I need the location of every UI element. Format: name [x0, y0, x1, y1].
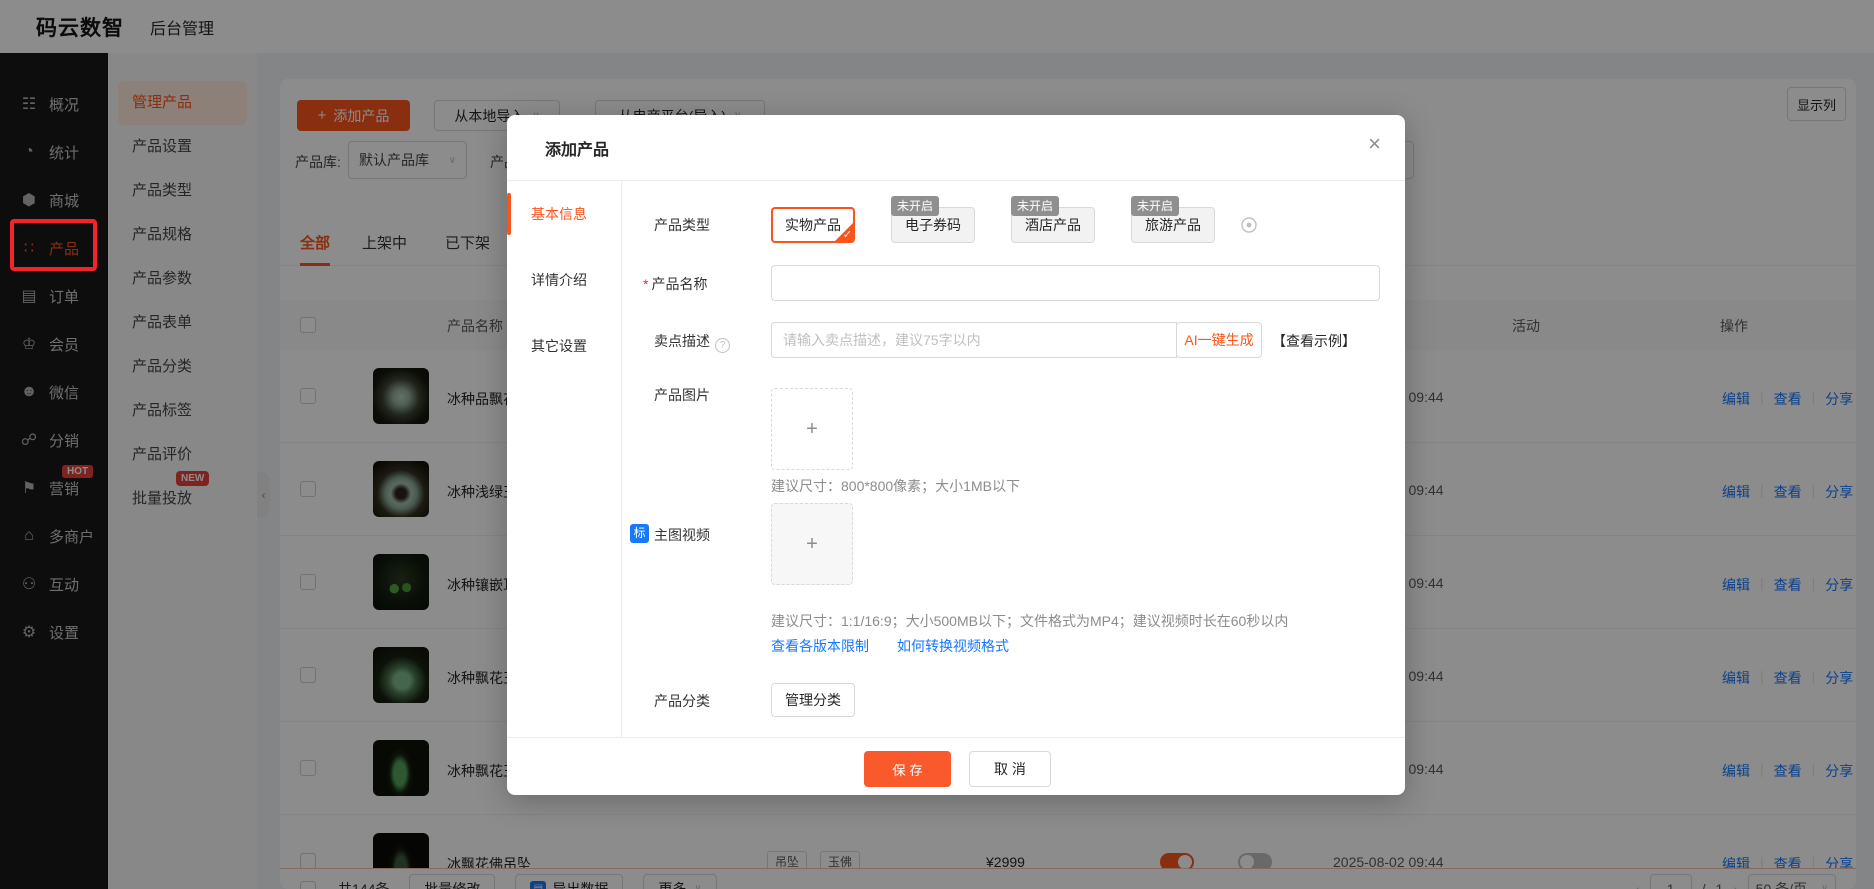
upload-plus-icon: +: [806, 533, 818, 556]
tab-other-settings[interactable]: 其它设置: [507, 313, 621, 379]
version-limit-link[interactable]: 查看各版本限制: [771, 636, 869, 656]
image-upload-box[interactable]: +: [771, 388, 853, 470]
video-tag-badge: 标: [630, 524, 649, 543]
convert-video-link[interactable]: 如何转换视频格式: [897, 636, 1009, 656]
type-option-hotel[interactable]: 未开启 酒店产品: [1011, 207, 1095, 243]
type-option-physical[interactable]: 实物产品 ✓: [771, 207, 855, 243]
selling-point-input[interactable]: [771, 322, 1177, 358]
product-name-label: *产品名称: [643, 274, 707, 294]
image-size-hint: 建议尺寸：800*800像素；大小1MB以下: [771, 476, 1020, 496]
product-category-label: 产品分类: [654, 691, 710, 711]
add-product-modal: 添加产品 × 基本信息 详情介绍 其它设置 产品类型 实物产品 ✓ 未开启 电子…: [507, 115, 1405, 795]
not-enabled-badge: 未开启: [891, 196, 939, 216]
not-enabled-badge: 未开启: [1131, 196, 1179, 216]
modal-header: 添加产品: [507, 115, 1405, 181]
close-icon[interactable]: ×: [1368, 133, 1381, 155]
not-enabled-badge: 未开启: [1011, 196, 1059, 216]
selling-point-group: AI一键生成: [771, 322, 1262, 358]
selling-point-label: 卖点描述?: [654, 331, 730, 353]
modal-form: 产品类型 实物产品 ✓ 未开启 电子券码 未开启 酒店产品 未开启 旅游产品: [622, 181, 1405, 737]
tab-detail-intro[interactable]: 详情介绍: [507, 247, 621, 313]
main-video-label: 主图视频: [654, 525, 710, 545]
label-text: 产品名称: [651, 276, 707, 292]
cancel-button[interactable]: 取 消: [969, 751, 1051, 787]
tab-basic-info[interactable]: 基本信息: [507, 181, 621, 247]
upload-plus-icon: +: [806, 418, 818, 441]
save-button[interactable]: 保 存: [864, 751, 951, 787]
label-text: 卖点描述: [654, 333, 710, 349]
type-label: 实物产品: [785, 215, 841, 235]
required-asterisk: *: [643, 276, 648, 292]
video-size-hint: 建议尺寸：1:1/16:9；大小500MB以下；文件格式为MP4；建议视频时长在…: [771, 611, 1288, 631]
type-option-evoucher[interactable]: 未开启 电子券码: [891, 207, 975, 243]
product-type-group: 实物产品 ✓ 未开启 电子券码 未开启 酒店产品 未开启 旅游产品: [771, 207, 1251, 243]
help-icon[interactable]: ?: [715, 338, 730, 353]
ai-generate-button[interactable]: AI一键生成: [1176, 322, 1262, 358]
product-image-label: 产品图片: [654, 385, 710, 405]
type-label: 旅游产品: [1145, 215, 1201, 235]
product-name-input[interactable]: [771, 265, 1380, 301]
product-type-label: 产品类型: [654, 215, 710, 235]
preview-icon[interactable]: [1240, 216, 1258, 237]
check-icon: ✓: [843, 228, 852, 241]
modal-footer: 保 存 取 消: [507, 737, 1405, 795]
type-label: 电子券码: [905, 215, 961, 235]
video-upload-box[interactable]: +: [771, 503, 853, 585]
type-label: 酒店产品: [1025, 215, 1081, 235]
view-example-link[interactable]: 【查看示例】: [1272, 331, 1356, 351]
type-option-travel[interactable]: 未开启 旅游产品: [1131, 207, 1215, 243]
manage-category-button[interactable]: 管理分类: [771, 683, 855, 717]
modal-title: 添加产品: [545, 136, 609, 160]
modal-tabs: 基本信息 详情介绍 其它设置: [507, 181, 622, 737]
